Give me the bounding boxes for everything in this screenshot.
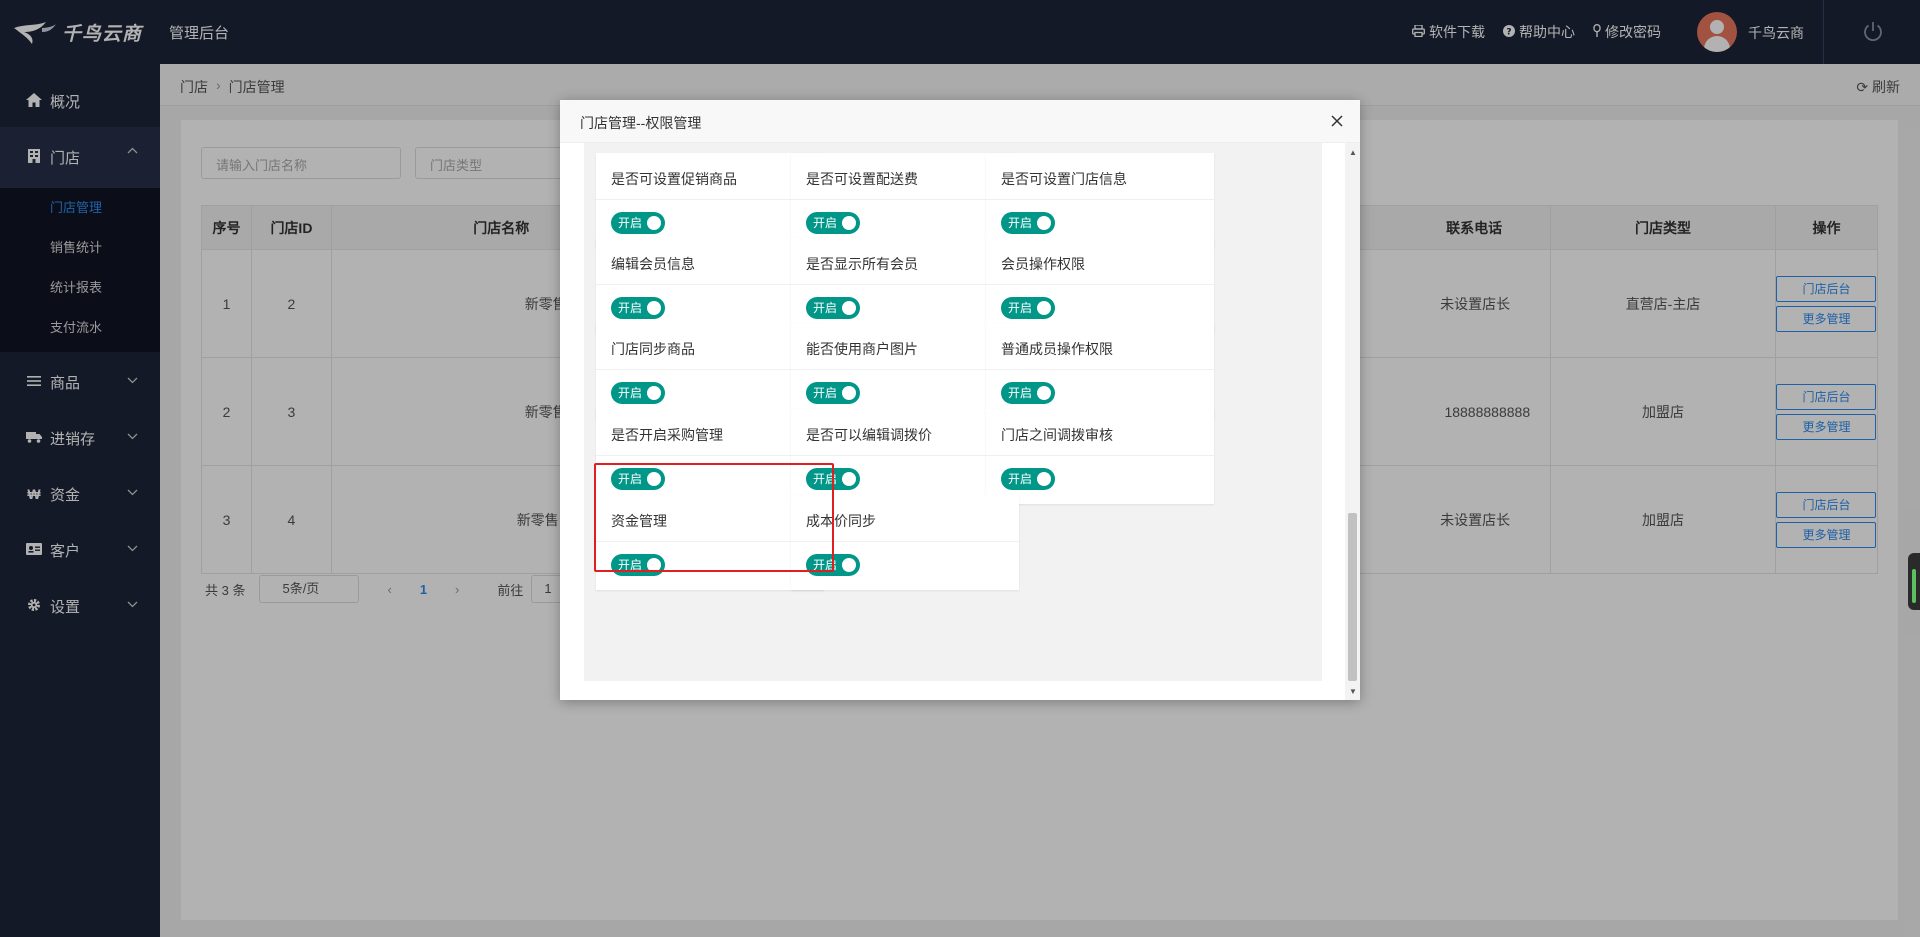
permission-label: 门店同步商品 [611,341,695,357]
toggle-knob [647,301,661,315]
permission-card: 是否可设置配送费开启 [791,153,1019,248]
permission-toggle[interactable]: 开启 [806,554,860,576]
modal-title: 门店管理--权限管理 [580,115,702,131]
card-divider [791,455,1019,456]
permission-toggle[interactable]: 开启 [611,212,665,234]
toggle-state-label: 开启 [813,472,838,486]
permission-toggle[interactable]: 开启 [806,468,860,490]
permission-toggle[interactable]: 开启 [1001,468,1055,490]
card-divider [791,369,1019,370]
toggle-knob [842,558,856,572]
permission-grid: 是否可设置促销商品 开启 是否可设置配送费 开启 是否可设置门店信息 开启 编辑会员信息 开启… [584,143,1322,681]
permission-card: 是否可设置促销商品开启 [596,153,824,248]
permission-toggle[interactable]: 开启 [806,382,860,404]
toggle-knob [1037,472,1051,486]
permission-card: 门店之间调拨审核开启 [986,409,1214,504]
toggle-knob [1037,386,1051,400]
toggle-state-label: 开启 [813,386,838,400]
toggle-state-label: 开启 [618,301,643,315]
card-divider [596,455,824,456]
permission-label: 编辑会员信息 [611,256,695,272]
toggle-state-label: 开启 [813,301,838,315]
toggle-state-label: 开启 [1008,216,1033,230]
card-divider [986,284,1214,285]
permission-card: 能否使用商户图片开启 [791,323,1019,418]
toggle-knob [647,558,661,572]
permission-toggle[interactable]: 开启 [611,297,665,319]
toggle-knob [842,216,856,230]
toggle-knob [647,386,661,400]
toggle-knob [842,301,856,315]
permission-card: 是否可设置门店信息开启 [986,153,1214,248]
permission-card: 是否显示所有会员开启 [791,238,1019,333]
permission-label: 是否开启采购管理 [611,427,723,443]
toggle-knob [1037,301,1051,315]
permission-toggle[interactable]: 开启 [611,382,665,404]
side-widget[interactable] [1908,553,1920,610]
permission-toggle[interactable]: 开启 [611,468,665,490]
permission-card: 是否开启采购管理开启 [596,409,824,504]
permission-card: 资金管理开启 [596,495,824,590]
modal-body: 是否可设置促销商品 开启 是否可设置配送费 开启 是否可设置门店信息 开启 编辑会员信息 开启… [574,143,1333,686]
permission-toggle[interactable]: 开启 [1001,297,1055,319]
toggle-state-label: 开启 [618,558,643,572]
permission-label: 普通成员操作权限 [1001,341,1113,357]
card-divider [596,369,824,370]
permission-toggle[interactable]: 开启 [611,554,665,576]
toggle-state-label: 开启 [813,216,838,230]
modal-header: 门店管理--权限管理 [560,100,1360,143]
toggle-state-label: 开启 [618,472,643,486]
permission-label: 成本价同步 [806,513,876,529]
toggle-knob [1037,216,1051,230]
permission-label: 能否使用商户图片 [806,341,918,357]
permission-label: 会员操作权限 [1001,256,1085,272]
card-divider [791,541,1019,542]
toggle-knob [647,472,661,486]
permission-toggle[interactable]: 开启 [806,297,860,319]
card-divider [986,199,1214,200]
permission-toggle[interactable]: 开启 [1001,212,1055,234]
permission-label: 资金管理 [611,513,667,529]
toggle-state-label: 开启 [1008,472,1033,486]
toggle-state-label: 开启 [618,386,643,400]
card-divider [791,284,1019,285]
permission-label: 是否可设置促销商品 [611,171,737,187]
permission-card: 成本价同步开启 [791,495,1019,590]
card-divider [596,541,824,542]
toggle-state-label: 开启 [1008,301,1033,315]
card-divider [986,455,1214,456]
scroll-thumb[interactable] [1348,513,1357,681]
permission-card: 门店同步商品开启 [596,323,824,418]
permission-card: 是否可以编辑调拨价开启 [791,409,1019,504]
card-divider [986,369,1214,370]
permission-modal: 门店管理--权限管理 是否可设置促销商品 开启 是否可设置配送费 开启 是否可设置门店信… [560,100,1360,700]
permission-card: 会员操作权限开启 [986,238,1214,333]
scroll-down-icon[interactable]: ▼ [1349,687,1357,696]
close-icon[interactable] [1326,110,1348,132]
toggle-state-label: 开启 [1008,386,1033,400]
toggle-knob [647,216,661,230]
card-divider [596,284,824,285]
permission-label: 是否可设置配送费 [806,171,918,187]
permission-label: 是否可以编辑调拨价 [806,427,932,443]
toggle-state-label: 开启 [813,558,838,572]
card-divider [791,199,1019,200]
permission-toggle[interactable]: 开启 [806,212,860,234]
toggle-knob [842,472,856,486]
permission-card: 普通成员操作权限开启 [986,323,1214,418]
toggle-knob [842,386,856,400]
card-divider [596,199,824,200]
modal-scrollbar[interactable]: ▲ ▼ [1345,143,1360,700]
permission-card: 编辑会员信息开启 [596,238,824,333]
permission-toggle[interactable]: 开启 [1001,382,1055,404]
scroll-up-icon[interactable]: ▲ [1349,148,1357,157]
toggle-state-label: 开启 [618,216,643,230]
permission-label: 门店之间调拨审核 [1001,427,1113,443]
permission-label: 是否可设置门店信息 [1001,171,1127,187]
permission-label: 是否显示所有会员 [806,256,918,272]
